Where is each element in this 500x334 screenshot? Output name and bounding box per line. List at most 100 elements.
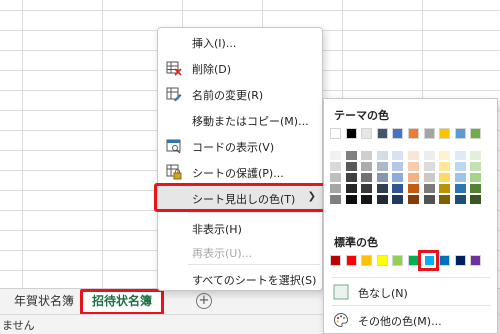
- theme-shade-swatch[interactable]: [392, 184, 404, 193]
- theme-shade-swatch[interactable]: [345, 184, 357, 193]
- theme-shade-swatch[interactable]: [454, 162, 466, 171]
- menu-item-view-code[interactable]: コードの表示(V): [158, 134, 322, 158]
- theme-color-swatch[interactable]: [439, 128, 451, 139]
- menu-item-label: すべてのシートを選択(S): [192, 274, 317, 287]
- menu-item-rename[interactable]: 名前の変更(R): [158, 82, 322, 106]
- theme-shade-swatch[interactable]: [423, 173, 435, 182]
- no-color-option[interactable]: 色なし(N): [324, 280, 497, 304]
- theme-shade-swatch[interactable]: [454, 151, 466, 160]
- theme-shade-swatch[interactable]: [392, 151, 404, 160]
- standard-color-swatch[interactable]: [345, 255, 357, 266]
- more-colors-option[interactable]: その他の色(M)...: [324, 308, 497, 332]
- theme-shade-swatch[interactable]: [439, 162, 451, 171]
- menu-item-delete[interactable]: 削除(D): [158, 56, 322, 80]
- menu-item-label: 名前の変更(R): [192, 89, 264, 102]
- theme-shade-swatch[interactable]: [439, 173, 451, 182]
- menu-item-select-all[interactable]: すべてのシートを選択(S): [158, 267, 322, 291]
- standard-color-swatch[interactable]: [470, 255, 482, 266]
- add-sheet-icon[interactable]: +: [196, 293, 212, 309]
- theme-shade-swatch[interactable]: [345, 173, 357, 182]
- theme-color-swatch[interactable]: [376, 128, 388, 139]
- menu-item-move-copy[interactable]: 移動またはコピー(M)...: [158, 108, 322, 132]
- theme-shade-swatch[interactable]: [376, 162, 388, 171]
- theme-shade-swatch[interactable]: [470, 151, 482, 160]
- theme-shade-swatch[interactable]: [361, 173, 373, 182]
- theme-shade-swatch[interactable]: [330, 151, 341, 160]
- standard-color-swatch[interactable]: [454, 255, 466, 266]
- menu-item-label: シートの保護(P)...: [192, 167, 284, 180]
- palette-icon: [333, 312, 349, 328]
- sheet-context-menu: 挿入(I)... 削除(D) 名前の変更(R) 移動またはコピー(M)... コ…: [157, 27, 323, 291]
- theme-shade-swatch[interactable]: [408, 162, 419, 171]
- theme-color-swatch[interactable]: [454, 128, 466, 139]
- standard-color-swatch[interactable]: [361, 255, 373, 266]
- theme-shade-swatch[interactable]: [470, 184, 482, 193]
- sheet-tab-nenga[interactable]: 年賀状名簿: [8, 289, 80, 314]
- theme-shade-swatch[interactable]: [392, 195, 404, 204]
- theme-shade-swatch[interactable]: [439, 195, 451, 204]
- menu-item-protect[interactable]: シートの保護(P)...: [158, 160, 322, 184]
- more-colors-label: その他の色(M)...: [358, 315, 442, 328]
- theme-shade-swatch[interactable]: [392, 173, 404, 182]
- menu-item-label: コードの表示(V): [192, 141, 275, 154]
- theme-shade-swatch[interactable]: [330, 173, 341, 182]
- theme-shade-swatch[interactable]: [423, 162, 435, 171]
- theme-shade-swatch[interactable]: [470, 162, 482, 171]
- theme-shade-swatch[interactable]: [392, 162, 404, 171]
- theme-color-swatch[interactable]: [361, 128, 373, 139]
- rename-sheet-icon: [166, 86, 182, 102]
- theme-shade-swatch[interactable]: [361, 184, 373, 193]
- status-text: ません: [2, 319, 35, 332]
- theme-shade-swatch[interactable]: [376, 184, 388, 193]
- menu-item-label: 再表示(U)...: [192, 247, 253, 260]
- theme-shade-swatch[interactable]: [361, 162, 373, 171]
- theme-color-swatch[interactable]: [330, 128, 341, 139]
- theme-shade-swatch[interactable]: [376, 195, 388, 204]
- view-code-icon: [166, 138, 182, 154]
- tab-color-palette: テーマの色 標準の色 色なし(N) その他の色(M)...: [323, 98, 498, 334]
- standard-colors-heading: 標準の色: [334, 236, 378, 249]
- theme-shade-swatch[interactable]: [345, 151, 357, 160]
- theme-shade-swatch[interactable]: [330, 184, 341, 193]
- theme-shade-swatch[interactable]: [330, 195, 341, 204]
- theme-color-swatch[interactable]: [470, 128, 482, 139]
- standard-color-swatch[interactable]: [439, 255, 451, 266]
- theme-shade-swatch[interactable]: [454, 195, 466, 204]
- theme-color-swatch[interactable]: [423, 128, 435, 139]
- standard-color-swatch[interactable]: [376, 255, 388, 266]
- theme-shade-swatch[interactable]: [376, 173, 388, 182]
- theme-shade-swatch[interactable]: [470, 173, 482, 182]
- theme-shade-swatch[interactable]: [439, 151, 451, 160]
- selected-color-highlight-box: [418, 250, 439, 271]
- theme-color-swatch[interactable]: [392, 128, 404, 139]
- theme-shade-swatch[interactable]: [408, 184, 419, 193]
- no-color-icon: [333, 284, 349, 300]
- theme-shade-swatch[interactable]: [408, 173, 419, 182]
- standard-color-swatch[interactable]: [330, 255, 341, 266]
- theme-shade-swatch[interactable]: [361, 195, 373, 204]
- theme-shade-swatch[interactable]: [345, 162, 357, 171]
- standard-color-swatch[interactable]: [392, 255, 404, 266]
- theme-shade-swatch[interactable]: [423, 184, 435, 193]
- theme-color-swatch[interactable]: [345, 128, 357, 139]
- theme-shade-swatch[interactable]: [439, 184, 451, 193]
- theme-shade-swatch[interactable]: [454, 184, 466, 193]
- menu-item-unhide: 再表示(U)...: [158, 240, 322, 264]
- protect-sheet-icon: [166, 164, 182, 180]
- theme-shade-swatch[interactable]: [408, 195, 419, 204]
- theme-shade-swatch[interactable]: [454, 173, 466, 182]
- menu-item-label: 非表示(H): [192, 223, 242, 236]
- theme-shade-swatch[interactable]: [408, 151, 419, 160]
- no-color-label: 色なし(N): [358, 287, 408, 300]
- theme-shade-swatch[interactable]: [470, 195, 482, 204]
- theme-shade-swatch[interactable]: [423, 195, 435, 204]
- menu-item-hide[interactable]: 非表示(H): [158, 216, 322, 240]
- theme-shade-swatch[interactable]: [423, 151, 435, 160]
- theme-shade-swatch[interactable]: [376, 151, 388, 160]
- theme-shade-swatch[interactable]: [361, 151, 373, 160]
- theme-shade-swatch[interactable]: [330, 162, 341, 171]
- theme-color-swatch[interactable]: [408, 128, 419, 139]
- menu-item-insert[interactable]: 挿入(I)...: [158, 30, 322, 54]
- theme-shade-swatch[interactable]: [345, 195, 357, 204]
- delete-sheet-icon: [166, 60, 182, 76]
